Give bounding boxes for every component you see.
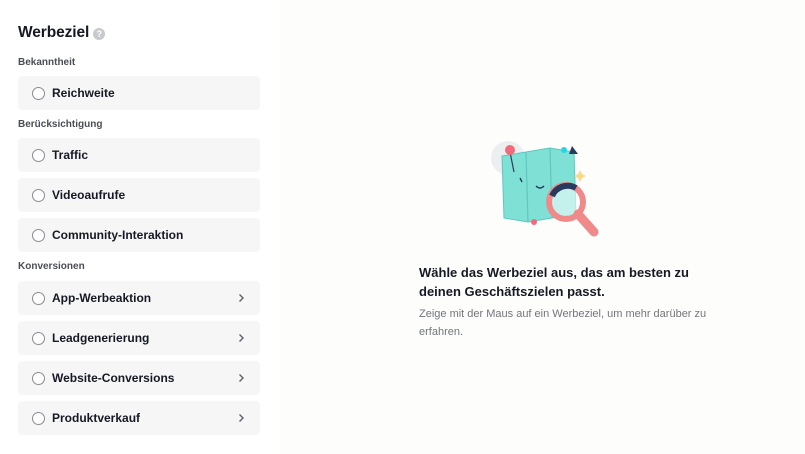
- group-label-awareness: Bekanntheit: [18, 57, 76, 68]
- chevron-right-icon: [239, 374, 244, 382]
- empty-state-description: Zeige mit der Maus auf ein Werbeziel, um…: [419, 308, 707, 338]
- radio-button[interactable]: [32, 188, 45, 202]
- objective-header: Werbeziel ?: [18, 24, 106, 42]
- objective-option-label: Reichweite: [52, 86, 115, 100]
- radio-button[interactable]: [32, 148, 45, 162]
- objective-option-label: Community-Interaktion: [52, 228, 184, 242]
- objective-option-reach[interactable]: Reichweite: [18, 76, 260, 110]
- objective-option-label: Leadgenerierung: [52, 331, 150, 345]
- chevron-right-icon: [239, 414, 244, 422]
- group-label-consideration: Berücksichtigung: [18, 119, 103, 130]
- page-title: Werbeziel: [18, 24, 90, 41]
- radio-button[interactable]: [32, 371, 45, 385]
- radio-button[interactable]: [32, 228, 45, 242]
- chevron-right-icon: [239, 294, 244, 302]
- objective-option-product-sales[interactable]: Produktverkauf: [18, 401, 260, 435]
- objective-option-label: App-Werbeaktion: [52, 291, 152, 305]
- radio-button[interactable]: [32, 86, 45, 100]
- objective-option-label: Website-Conversions: [52, 371, 175, 385]
- objective-option-label: Produktverkauf: [52, 411, 141, 425]
- objective-option-label: Traffic: [52, 148, 89, 162]
- objective-option-website-conversions[interactable]: Website-Conversions: [18, 361, 260, 395]
- objective-option-traffic[interactable]: Traffic: [18, 138, 260, 172]
- chevron-right-icon: [239, 334, 244, 342]
- radio-button[interactable]: [32, 291, 45, 305]
- group-label-conversions: Konversionen: [18, 261, 85, 272]
- objective-option-video-views[interactable]: Videoaufrufe: [18, 178, 260, 212]
- help-icon[interactable]: ?: [93, 27, 106, 40]
- empty-state-headline: Wähle das Werbeziel aus, das am besten z…: [419, 265, 689, 299]
- objective-option-community-interaction[interactable]: Community-Interaktion: [18, 218, 260, 252]
- radio-button[interactable]: [32, 331, 45, 345]
- radio-button[interactable]: [32, 411, 45, 425]
- objective-option-app-promotion[interactable]: App-Werbeaktion: [18, 281, 260, 315]
- objective-option-lead-generation[interactable]: Leadgenerierung: [18, 321, 260, 355]
- objective-option-label: Videoaufrufe: [52, 188, 126, 202]
- map-magnifier-illustration: [491, 141, 599, 237]
